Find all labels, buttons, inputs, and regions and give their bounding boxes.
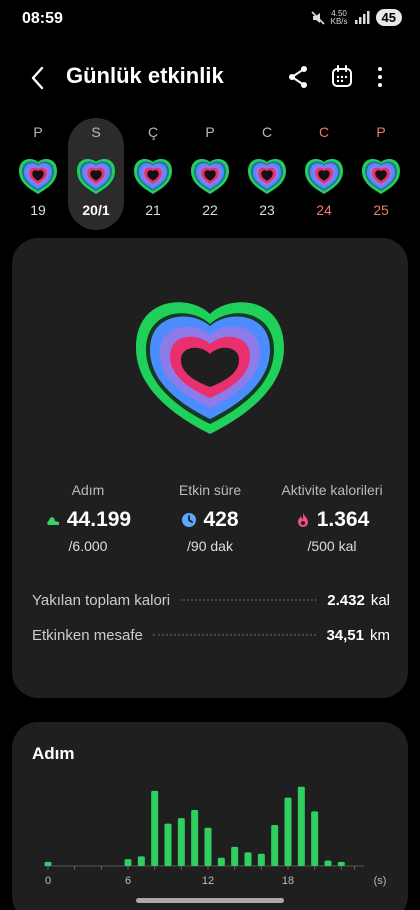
x-tick-label-0: 0 [45,875,51,887]
activity-heart-icon [248,158,286,194]
status-icons: 4.50 KB/s 45 [311,9,402,26]
steps-bar-hour-14 [231,846,239,866]
x-tick-label-12: 12 [202,875,214,887]
share-icon[interactable] [284,63,312,91]
day-20-selected[interactable]: S 20/1 [68,118,124,230]
day-letter: P [376,124,386,140]
steps-bar-hour-6 [124,859,132,866]
steps-label: Adım [71,482,105,498]
steps-bar-hour-13 [217,857,225,866]
steps-bar-hour-0 [44,861,52,866]
day-25[interactable]: P 25 [353,118,409,230]
clock-icon [182,513,197,527]
day-number: 21 [145,202,161,218]
app-bar: Günlük etkinlik [0,55,420,99]
steps-bar-hour-9 [164,823,172,866]
activity-calories-label: Aktivite kalorileri [281,482,383,498]
status-bar: 08:59 4.50 KB/s 45 [0,0,420,38]
network-speed-unit: KB/s [330,16,348,26]
home-indicator [136,898,284,903]
steps-bar-hour-10 [177,818,185,866]
steps-bar-hour-21 [324,860,332,866]
day-23[interactable]: C 23 [239,118,295,230]
activity-heart-icon [77,158,115,194]
network-speed: 4.50 KB/s [330,9,348,26]
steps-bar-hour-19 [297,786,305,866]
day-letter: C [261,124,273,140]
active-distance-label: Etkinken mesafe [32,626,143,644]
total-calories-row: Yakılan toplam kalori 2.432 kal [32,588,390,612]
day-22[interactable]: P 22 [182,118,238,230]
day-21[interactable]: Ç 21 [125,118,181,230]
steps-chart-card[interactable]: 0 6 12 18 (s) Adım [12,722,408,910]
activity-heart-icon [362,158,400,194]
steps-bar-hour-17 [271,825,279,866]
calendar-icon[interactable] [328,63,356,91]
mute-icon [311,10,325,25]
day-number: 24 [316,202,332,218]
activity-heart-icon [134,158,172,194]
activity-heart-icon [19,158,57,194]
steps-stat[interactable]: Adım 44.199 /6.000 [22,482,154,554]
active-distance-unit: km [370,626,390,644]
steps-bar-hour-11 [191,809,199,866]
day-letter: P [205,124,215,140]
active-time-label: Etkin süre [178,482,242,498]
activity-calories-value: 1.364 [316,508,370,531]
total-calories-value: 2.432 [327,591,365,609]
steps-bar-hour-18 [284,797,292,866]
steps-goal: /6.000 [68,538,108,554]
steps-bar-hour-20 [311,811,319,866]
active-distance-row: Etkinken mesafe 34,51 km [32,623,390,647]
steps-bar-hour-8 [151,790,159,866]
steps-bar-hour-16 [257,853,265,866]
activity-summary-card[interactable]: Adım 44.199 /6.000 Etkin süre 428 /90 da… [12,238,408,698]
day-number: 25 [373,202,389,218]
day-number: 20/1 [82,202,110,218]
week-selector: P 19 S 20/1 Ç 21 P 22 C 23 C 24 P 25 [10,118,410,232]
activity-heart-icon [191,158,229,194]
shoe-icon [46,517,59,525]
steps-value: 44.199 [66,508,132,531]
steps-bar-hour-22 [337,861,345,866]
activity-heart-icon [305,158,343,194]
active-time-value: 428 [203,508,239,531]
day-19[interactable]: P 19 [10,118,66,230]
steps-bar-hour-7 [137,856,145,866]
battery-badge: 45 [375,9,402,26]
day-number: 22 [202,202,218,218]
total-calories-unit: kal [370,591,390,609]
x-tick-label-6: 6 [125,875,131,887]
active-time-goal: /90 dak [187,538,233,554]
activity-calories-goal: /500 kal [307,538,357,554]
day-letter: Ç [147,124,159,140]
x-axis-unit: (s) [374,875,387,887]
steps-bar-hour-15 [244,852,252,866]
steps-bar-hour-12 [204,827,212,866]
day-number: 23 [259,202,275,218]
total-calories-label: Yakılan toplam kalori [32,591,171,609]
page-title: Günlük etkinlik [66,63,224,88]
active-distance-value: 34,51 [326,626,364,644]
active-time-stat[interactable]: Etkin süre 428 /90 dak [144,482,276,554]
status-time: 08:59 [22,10,63,27]
day-letter: C [318,124,330,140]
back-icon[interactable] [24,63,54,93]
dotted-leader [152,634,317,636]
signal-icon [354,10,370,24]
dotted-leader [180,599,318,601]
more-options-icon[interactable] [366,63,394,91]
steps-chart-title: Adım [32,744,75,763]
day-number: 19 [30,202,46,218]
activity-rings-heart-icon [136,302,284,434]
day-letter: P [33,124,43,140]
day-letter: S [91,124,101,140]
flame-icon [297,513,308,527]
x-tick-label-18: 18 [282,875,294,887]
day-24[interactable]: C 24 [296,118,352,230]
activity-calories-stat[interactable]: Aktivite kalorileri 1.364 /500 kal [266,482,398,554]
